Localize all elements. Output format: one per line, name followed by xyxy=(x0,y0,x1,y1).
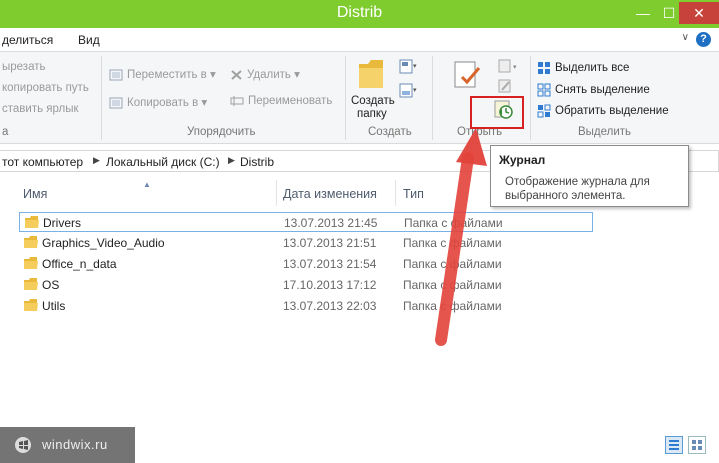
history-tooltip: Журнал Отображение журнала для выбранног… xyxy=(490,145,689,207)
windows-logo-icon xyxy=(15,437,31,453)
large-icons-view-icon xyxy=(692,440,702,450)
details-view-button[interactable] xyxy=(665,436,683,454)
annotation-arrow xyxy=(435,128,487,346)
watermark-text: windwix.ru xyxy=(42,437,108,452)
history-highlight-box xyxy=(470,96,524,129)
tooltip-text: Отображение журнала для выбранного элеме… xyxy=(505,176,650,202)
tooltip-title: Журнал xyxy=(499,153,546,167)
details-view-icon xyxy=(669,440,679,450)
large-icons-view-button[interactable] xyxy=(688,436,706,454)
watermark: windwix.ru xyxy=(0,427,135,463)
